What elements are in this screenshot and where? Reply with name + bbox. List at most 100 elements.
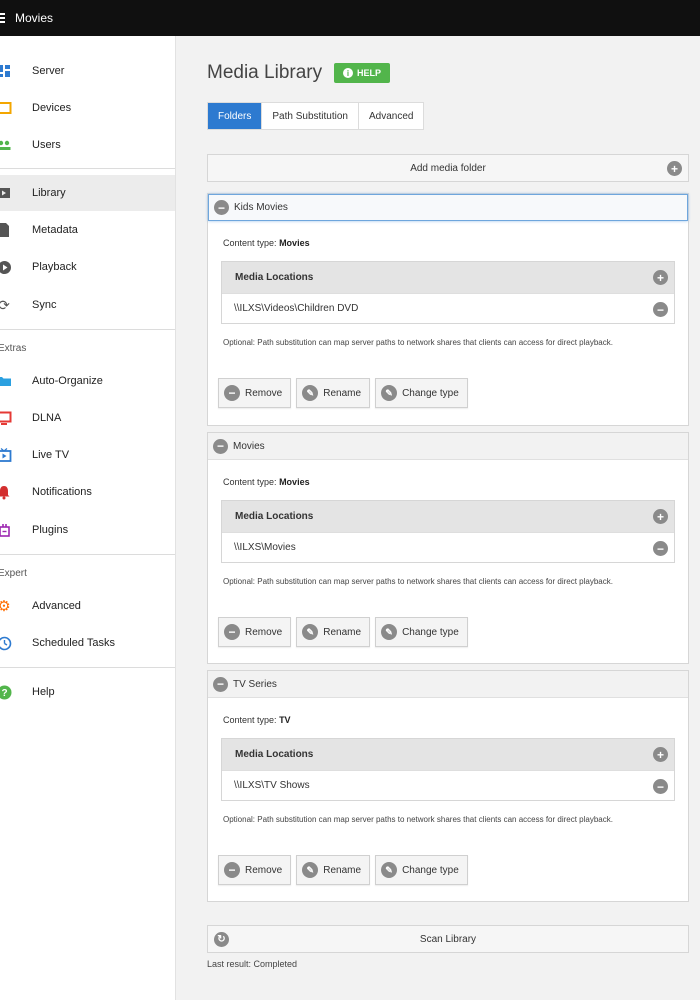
sidebar-item-devices[interactable]: Devices (0, 90, 175, 126)
scan-library-label: Scan Library (419, 933, 477, 945)
folder-card-movies: − Movies Content type: Movies Media Loca… (207, 432, 689, 664)
pencil-icon: ✎ (381, 624, 398, 640)
sidebar-item-label: Plugins (32, 524, 69, 536)
sidebar-item-dlna[interactable]: DLNA (0, 400, 175, 436)
list-item: \\ILXS\Movies − (222, 532, 674, 562)
sidebar-item-label: Advanced (32, 600, 81, 612)
folder-header[interactable]: − Kids Movies (208, 194, 688, 221)
live-tv-icon (0, 447, 12, 463)
add-media-folder-button[interactable]: Add media folder + (207, 154, 689, 182)
remove-label: Remove (245, 626, 283, 638)
rename-button[interactable]: ✎ Rename (296, 378, 371, 408)
content-type: Content type: Movies (223, 477, 310, 487)
sidebar-item-scheduled-tasks[interactable]: Scheduled Tasks (0, 625, 175, 661)
folder-header[interactable]: − Movies (208, 433, 688, 460)
sidebar-item-plugins[interactable]: Plugins (0, 512, 175, 548)
sidebar-item-metadata[interactable]: Metadata (0, 212, 175, 248)
change-type-button[interactable]: ✎ Change type (375, 378, 468, 408)
tablet-icon (0, 100, 12, 116)
pencil-icon: ✎ (302, 862, 319, 878)
remove-location-minus-icon[interactable]: − (653, 302, 668, 317)
folder-icon (0, 373, 12, 389)
folder-actions: − Remove ✎ Rename ✎ Change type (218, 855, 468, 885)
folder-name: Kids Movies (234, 202, 288, 213)
folder-actions: − Remove ✎ Rename ✎ Change type (218, 378, 468, 408)
rename-button[interactable]: ✎ Rename (296, 617, 371, 647)
sidebar-item-label: Metadata (32, 224, 78, 236)
content-type-label: Content type: (223, 715, 277, 725)
help-button-label: HELP (356, 68, 381, 78)
play-circle-icon (0, 259, 12, 275)
location-path: \\ILXS\Videos\Children DVD (234, 303, 359, 314)
collapse-icon[interactable]: − (213, 676, 228, 692)
sidebar-item-help[interactable]: ? Help (0, 674, 175, 710)
app-title: Movies (15, 11, 54, 25)
media-locations-title: Media Locations (235, 272, 314, 283)
change-type-button[interactable]: ✎ Change type (375, 617, 468, 647)
remove-label: Remove (245, 387, 283, 399)
sidebar-item-label: Devices (32, 102, 72, 114)
media-locations-header: Media Locations + (222, 501, 674, 532)
add-location-plus-icon[interactable]: + (653, 509, 668, 524)
sidebar-divider (0, 329, 175, 330)
path-substitution-note: Optional: Path substitution can map serv… (223, 815, 613, 824)
info-icon: i (342, 68, 353, 78)
sidebar-item-playback[interactable]: Playback (0, 249, 175, 285)
content-type-value: Movies (279, 238, 310, 248)
sidebar-item-label: Help (32, 686, 55, 698)
sidebar-item-library[interactable]: Library (0, 175, 175, 211)
list-item: \\ILXS\Videos\Children DVD − (222, 293, 674, 323)
remove-label: Remove (245, 864, 283, 876)
sidebar-item-notifications[interactable]: Notifications (0, 474, 175, 510)
pencil-icon: ✎ (381, 385, 398, 401)
tab-folders[interactable]: Folders (208, 103, 263, 129)
location-path: \\ILXS\Movies (234, 542, 296, 553)
media-locations-title: Media Locations (235, 511, 314, 522)
folder-name: Movies (233, 440, 265, 452)
sidebar-item-sync[interactable]: ⟳ Sync (0, 287, 175, 323)
location-path: \\ILXS\TV Shows (234, 780, 310, 791)
bell-icon (0, 484, 12, 500)
sidebar: Server Devices Users Library Metadata Pl… (0, 36, 176, 1000)
sync-icon: ⟳ (0, 297, 10, 313)
collapse-icon[interactable]: − (214, 200, 229, 215)
tab-path-substitution[interactable]: Path Substitution (262, 103, 359, 129)
sidebar-item-label: Notifications (32, 486, 92, 498)
pencil-icon: ✎ (381, 862, 398, 878)
add-location-plus-icon[interactable]: + (653, 747, 668, 762)
sidebar-item-auto-organize[interactable]: Auto-Organize (0, 363, 175, 399)
sidebar-item-label: Users (32, 139, 61, 151)
help-button[interactable]: i HELP (334, 63, 390, 83)
sidebar-item-advanced[interactable]: ⚙ Advanced (0, 588, 175, 624)
remove-button[interactable]: − Remove (218, 855, 292, 885)
tab-advanced[interactable]: Advanced (359, 103, 423, 129)
sidebar-item-label: Live TV (32, 449, 70, 461)
rename-label: Rename (323, 387, 362, 399)
remove-location-minus-icon[interactable]: − (653, 779, 668, 794)
add-location-plus-icon[interactable]: + (653, 270, 668, 285)
remove-button[interactable]: − Remove (218, 617, 292, 647)
scan-library-button[interactable]: ↻ Scan Library (207, 925, 689, 953)
rename-button[interactable]: ✎ Rename (296, 855, 371, 885)
minus-icon: − (224, 385, 240, 401)
rename-label: Rename (323, 626, 362, 638)
sidebar-item-label: Scheduled Tasks (32, 637, 115, 649)
media-locations-list: Media Locations + \\ILXS\Videos\Children… (221, 261, 675, 324)
sidebar-item-users[interactable]: Users (0, 127, 175, 163)
collapse-icon[interactable]: − (213, 438, 228, 454)
sidebar-item-server[interactable]: Server (0, 53, 175, 89)
sidebar-divider (0, 667, 175, 668)
change-type-button[interactable]: ✎ Change type (375, 855, 468, 885)
plugin-icon (0, 522, 12, 538)
tv-icon (0, 410, 12, 426)
sidebar-item-label: Server (32, 65, 65, 77)
folder-header[interactable]: − TV Series (208, 671, 688, 698)
remove-location-minus-icon[interactable]: − (653, 541, 668, 556)
plus-icon: + (667, 161, 682, 176)
folder-card-kids-movies: − Kids Movies Content type: Movies Media… (207, 193, 689, 426)
last-result-status: Last result: Completed (207, 959, 298, 969)
sidebar-item-live-tv[interactable]: Live TV (0, 437, 175, 473)
hamburger-menu-icon[interactable] (0, 13, 7, 23)
pencil-icon: ✎ (302, 624, 319, 640)
remove-button[interactable]: − Remove (218, 378, 292, 408)
